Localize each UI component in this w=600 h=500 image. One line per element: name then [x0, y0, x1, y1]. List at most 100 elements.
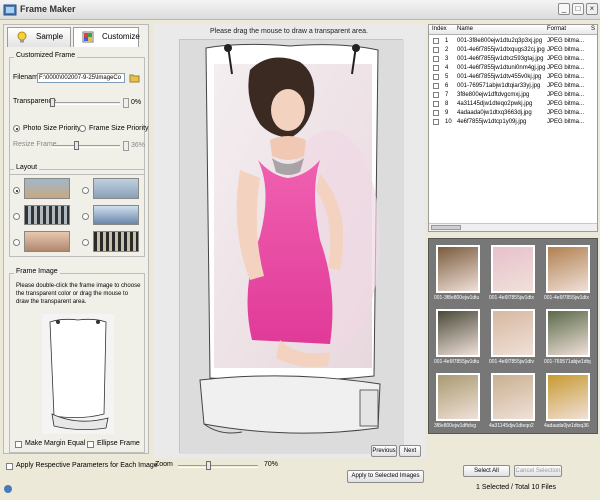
row-name: 001-4e6f7855jw1dtv455v0kj.jpg — [457, 74, 542, 80]
layout-option-6[interactable] — [93, 231, 139, 252]
previous-button[interactable]: Previous — [371, 445, 397, 457]
layout-option-4[interactable] — [93, 205, 139, 225]
thumbnail-image[interactable] — [546, 245, 590, 293]
col-size[interactable]: S — [591, 26, 595, 32]
ellipse-frame-checkbox[interactable] — [87, 441, 94, 448]
row-checkbox[interactable] — [433, 47, 439, 53]
row-checkbox[interactable] — [433, 83, 439, 89]
thumbnail-image[interactable] — [491, 309, 535, 357]
file-list-scrollbar[interactable] — [429, 223, 597, 231]
resize-frame-slider[interactable] — [52, 145, 120, 148]
thumbnail-image[interactable] — [546, 309, 590, 357]
zoom-slider[interactable] — [178, 465, 258, 468]
layout-option-3-radio[interactable] — [13, 213, 20, 220]
thumbnail-item[interactable]: 001-4e6f7855jw1dtv — [488, 307, 538, 367]
cancel-selection-button[interactable]: Cancel Selection — [514, 465, 562, 477]
zoom-slider-thumb[interactable] — [206, 461, 212, 470]
col-format[interactable]: Format — [547, 26, 566, 32]
file-list-row[interactable]: 7 3f8e800ejw1dftdvgcmxj.jpg JPEG bitma... — [429, 91, 597, 100]
apply-respective-parameters-checkbox[interactable] — [6, 463, 13, 470]
thumbnail-item[interactable]: 3f8e800ejw1dftdvg — [433, 371, 483, 431]
thumbnail-image[interactable] — [436, 245, 480, 293]
col-name[interactable]: Name — [457, 26, 473, 32]
layout-option-5[interactable] — [24, 231, 70, 252]
row-name: 001-4e6f7855jw1dtxqugs32cj.jpg — [457, 47, 545, 53]
thumbnail-image[interactable] — [491, 245, 535, 293]
frame-image-preview[interactable] — [42, 314, 114, 434]
resize-frame-slider-thumb[interactable] — [73, 141, 79, 150]
file-list-row[interactable]: 9 4adaada0jw1dtxq3663dj.jpg JPEG bitma... — [429, 109, 597, 118]
title-bar: Frame Maker _ □ × — [0, 0, 600, 20]
file-list-row[interactable]: 5 001-4e6f7855jw1dtv455v0kj.jpg JPEG bitma… — [429, 73, 597, 82]
maximize-button[interactable]: □ — [572, 3, 584, 15]
layout-option-4-radio[interactable] — [82, 213, 89, 220]
thumbnail-image[interactable] — [436, 309, 480, 357]
thumbnail-item[interactable]: 001-4e6f7855jw1dtx — [488, 243, 538, 303]
file-list-row[interactable]: 1 001-3f8e800ejw1dtu2q3p3xj.jpg JPEG bitma… — [429, 37, 597, 46]
framed-photo[interactable] — [180, 40, 404, 454]
make-margin-equal-checkbox[interactable] — [15, 441, 22, 448]
thumbnail-item[interactable]: 001-769571abjw1dtq — [543, 307, 593, 367]
transparence-spinner[interactable] — [123, 98, 129, 108]
frame-size-priority-label: Frame Size Priority — [89, 125, 149, 132]
scrollbar-thumb[interactable] — [431, 225, 461, 230]
row-checkbox[interactable] — [433, 65, 439, 71]
row-checkbox[interactable] — [433, 74, 439, 80]
file-list-row[interactable]: 10 4e6f7855jw1dtcp1y09j.jpg JPEG bitma... — [429, 118, 597, 127]
file-list-row[interactable]: 8 4a31145djw1dteqo2pwkj.jpg JPEG bitma... — [429, 100, 597, 109]
layout-option-1[interactable] — [24, 178, 70, 199]
row-checkbox[interactable] — [433, 119, 439, 125]
file-list-row[interactable]: 4 001-4e6f7855jw1dtuni0nm4gj.jpg JPEG bitm… — [429, 64, 597, 73]
layout-option-3[interactable] — [24, 205, 70, 225]
photo-size-priority-radio[interactable] — [13, 125, 20, 132]
minimize-button[interactable]: _ — [558, 3, 570, 15]
window-title: Frame Maker — [20, 4, 76, 14]
thumbnail-image[interactable] — [436, 373, 480, 421]
layout-option-2[interactable] — [93, 178, 139, 199]
zoom-label: Zoom — [155, 461, 173, 468]
resize-frame-value: 36% — [131, 142, 146, 149]
row-checkbox[interactable] — [433, 92, 439, 98]
thumbnail-image[interactable] — [546, 373, 590, 421]
file-list-row[interactable]: 3 001-4e6f7855jw1dtxz593gtaj.jpg JPEG bitm… — [429, 55, 597, 64]
col-index[interactable]: Index — [432, 26, 447, 32]
layout-option-6-radio[interactable] — [82, 239, 89, 246]
preview-canvas[interactable] — [179, 39, 404, 454]
tab-customize[interactable]: Customize — [73, 27, 140, 47]
row-name: 001-4e6f7855jw1dtuni0nm4gj.jpg — [457, 65, 546, 71]
file-list-row[interactable]: 6 001-769571abjw1dtqiar33yj.jpg JPEG bitma… — [429, 82, 597, 91]
thumbnail-item[interactable]: 001-3f8e800ejw1dtu — [433, 243, 483, 303]
frame-size-priority-radio[interactable] — [79, 125, 86, 132]
tab-sample[interactable]: Sample — [7, 27, 71, 47]
layout-option-2-radio[interactable] — [82, 187, 89, 194]
file-list-row[interactable]: 2 001-4e6f7855jw1dtxqugs32cj.jpg JPEG bitm… — [429, 46, 597, 55]
row-index: 10 — [445, 119, 452, 125]
filename-field[interactable]: F:\0000\002007-9-25\ImageCo — [37, 73, 125, 83]
thumbnail-caption: 001-4e6f7855jw1dtu — [434, 359, 480, 365]
layout-option-1-radio[interactable] — [13, 187, 20, 194]
row-name: 4e6f7855jw1dtcp1y09j.jpg — [457, 119, 527, 125]
folder-icon[interactable] — [129, 72, 140, 84]
row-checkbox[interactable] — [433, 56, 439, 62]
apply-selected-button[interactable]: Apply to Selected Images — [347, 470, 424, 483]
frame-image-group: Frame Image Please double-click the fram… — [9, 268, 145, 453]
next-button[interactable]: Next — [399, 445, 421, 457]
row-checkbox[interactable] — [433, 38, 439, 44]
thumbnail-image[interactable] — [491, 373, 535, 421]
resize-frame-spinner[interactable] — [123, 141, 129, 151]
row-index: 5 — [445, 74, 449, 80]
thumbnail-caption: 001-4e6f7855jw1dtv — [489, 359, 535, 365]
close-button[interactable]: × — [586, 3, 598, 15]
layout-option-5-radio[interactable] — [13, 239, 20, 246]
row-checkbox[interactable] — [433, 101, 439, 107]
transparence-slider-thumb[interactable] — [50, 98, 55, 107]
select-all-button[interactable]: Select All — [463, 465, 510, 477]
transparence-slider[interactable] — [52, 102, 120, 105]
layout-title: Layout — [14, 164, 40, 171]
row-checkbox[interactable] — [433, 110, 439, 116]
zoom-value: 70% — [264, 461, 279, 468]
thumbnail-item[interactable]: 001-4e6f7855jw1dtu — [433, 307, 483, 367]
thumbnail-item[interactable]: 4a31145djw1dteqo2 — [488, 371, 538, 431]
thumbnail-item[interactable]: 4adaada0jw1dtxq36 — [543, 371, 593, 431]
thumbnail-item[interactable]: 001-4e6f7855jw1dtx — [543, 243, 593, 303]
